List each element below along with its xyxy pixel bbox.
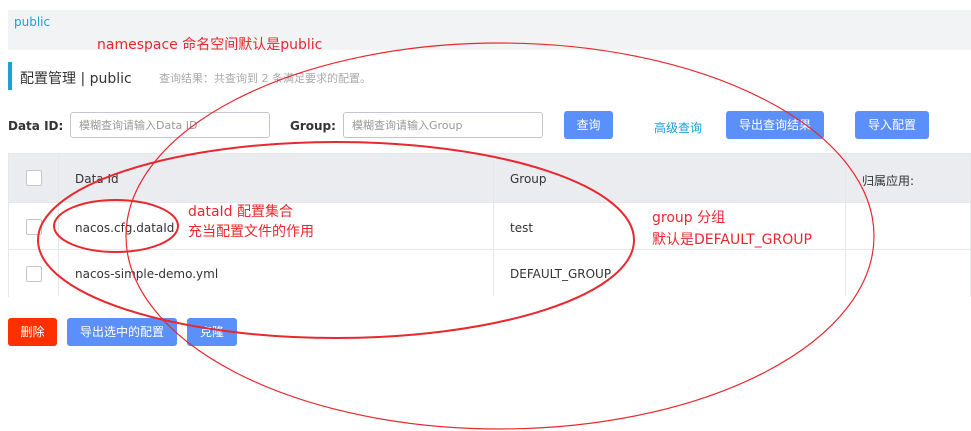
export-selected-button[interactable]: 导出选中的配置 [67,318,177,346]
row-checkbox[interactable] [26,219,42,235]
table-header: Data Id Group 归属应用: [9,154,970,202]
row-dataid: nacos.cfg.dataId [75,221,175,235]
row-group: DEFAULT_GROUP [510,267,612,281]
column-divider [845,154,846,296]
namespace-annotation: namespace 命名空间默认是public [97,37,323,53]
select-all-checkbox[interactable] [26,170,42,186]
page-title: 配置管理 | public [20,71,132,87]
row-group: test [510,221,534,235]
dataid-search-input[interactable]: 模糊查询请输入Data ID [70,112,270,138]
title-accent-bar [8,62,12,90]
query-result-text: 查询结果：共查询到 2 条满足要求的配置。 [159,72,371,85]
row-checkbox[interactable] [26,266,42,282]
dataid-annotation-line1: dataId 配置集合 [188,204,293,220]
group-annotation-line2: 默认是DEFAULT_GROUP [652,232,812,248]
column-header-app: 归属应用: [862,174,915,188]
group-search-input[interactable]: 模糊查询请输入Group [343,112,543,138]
delete-button[interactable]: 删除 [8,318,57,346]
advanced-query-link[interactable]: 高级查询 [654,119,702,136]
table-row: nacos-simple-demo.yml DEFAULT_GROUP [9,249,970,297]
column-divider [493,154,494,296]
column-divider [58,154,59,296]
dataid-label: Data ID: [8,119,64,133]
group-annotation-line1: group 分组 [652,210,726,226]
import-config-button[interactable]: 导入配置 [855,111,929,139]
row-dataid: nacos-simple-demo.yml [75,267,219,281]
column-header-group: Group [510,172,547,186]
clone-button[interactable]: 克隆 [187,318,237,346]
query-button[interactable]: 查询 [564,111,613,139]
column-header-dataid: Data Id [75,172,119,186]
namespace-tab-public[interactable]: public [14,15,50,29]
table-row: nacos.cfg.dataId test [9,202,970,250]
group-label: Group: [290,119,336,133]
config-table: Data Id Group 归属应用: nacos.cfg.dataId tes… [8,153,971,297]
export-results-button[interactable]: 导出查询结果 [726,111,824,139]
dataid-annotation-line2: 充当配置文件的作用 [188,224,314,240]
